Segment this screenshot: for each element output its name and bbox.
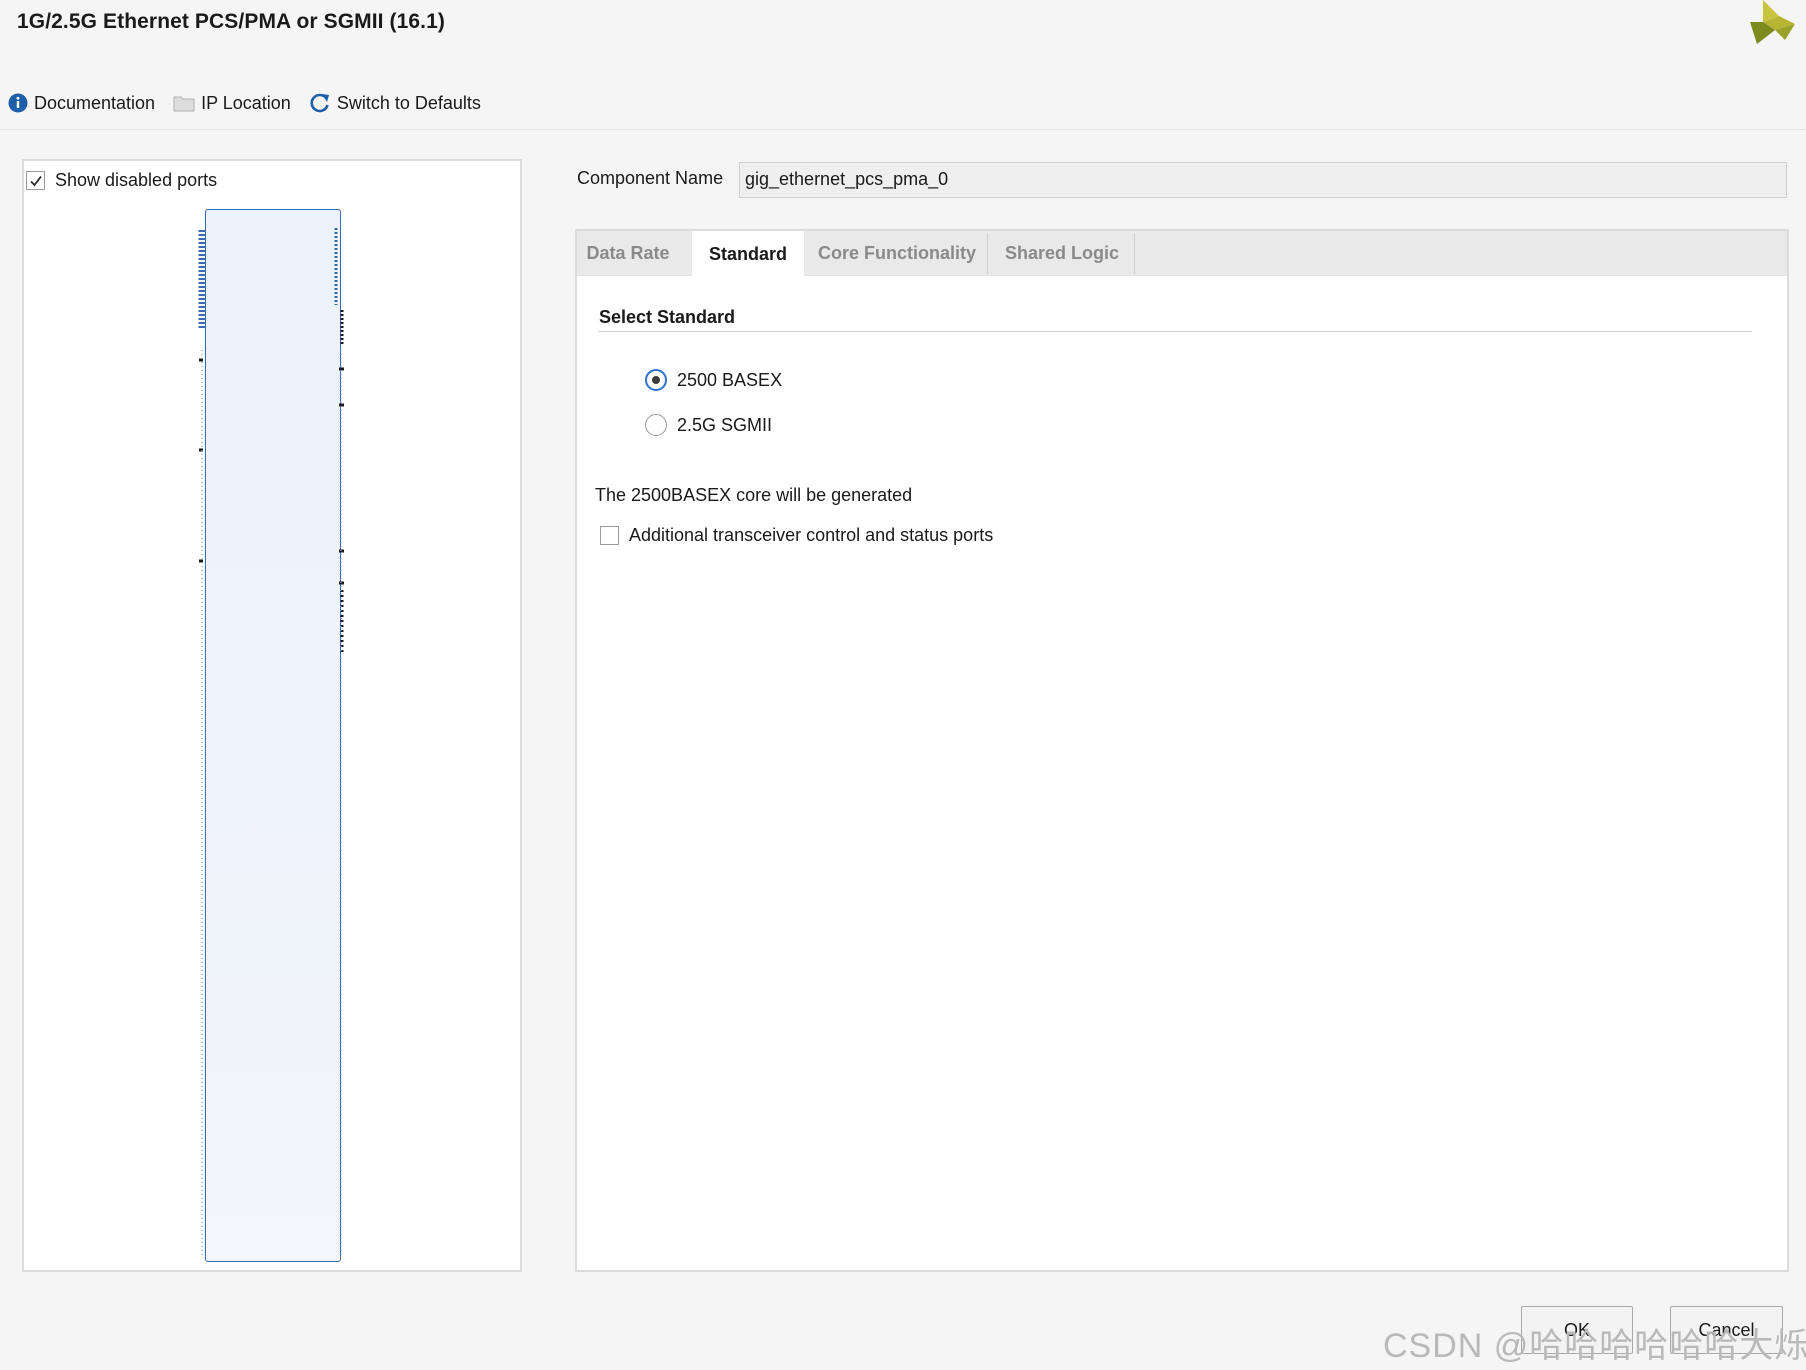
- show-disabled-ports-option[interactable]: Show disabled ports: [26, 170, 217, 191]
- radio-option-2500-basex[interactable]: 2500 BASEX: [645, 369, 782, 391]
- radio-button-2-5g-sgmii[interactable]: [645, 414, 667, 436]
- radio-label-2-5g-sgmii: 2.5G SGMII: [677, 414, 773, 435]
- switch-to-defaults-label: Switch to Defaults: [336, 92, 481, 113]
- component-name-field[interactable]: gig_ethernet_pcs_pma_0: [739, 162, 1787, 198]
- xilinx-logo-icon: [1745, 0, 1797, 48]
- tab-divider: [987, 233, 988, 274]
- show-disabled-ports-label: Show disabled ports: [55, 170, 218, 190]
- tab-standard[interactable]: Standard: [692, 231, 804, 277]
- ok-button[interactable]: OK: [1521, 1306, 1633, 1354]
- radio-label-2500-basex: 2500 BASEX: [677, 369, 783, 390]
- ip-location-label: IP Location: [201, 92, 291, 113]
- radio-option-2-5g-sgmii[interactable]: 2.5G SGMII: [645, 414, 772, 436]
- tab-shared-logic[interactable]: Shared Logic: [989, 231, 1135, 276]
- toolbar: Documentation IP Location Switch to Defa…: [8, 88, 499, 118]
- documentation-button[interactable]: Documentation: [8, 93, 155, 114]
- documentation-label: Documentation: [34, 92, 156, 113]
- section-divider: [598, 331, 1752, 332]
- toolbar-divider: [0, 129, 1806, 130]
- ip-location-button[interactable]: IP Location: [173, 93, 291, 114]
- additional-ports-checkbox[interactable]: [600, 526, 619, 545]
- tab-data-rate[interactable]: Data Rate: [579, 231, 677, 276]
- cancel-button[interactable]: Cancel: [1670, 1306, 1783, 1354]
- radio-button-2500-basex[interactable]: [645, 369, 667, 391]
- port-pins: [198, 228, 344, 1255]
- folder-icon: [173, 94, 195, 112]
- tab-core-functionality[interactable]: Core Functionality: [807, 231, 987, 276]
- dialog-title: 1G/2.5G Ethernet PCS/PMA or SGMII (16.1): [17, 10, 445, 33]
- additional-ports-label: Additional transceiver control and statu…: [629, 525, 994, 545]
- tab-divider: [1134, 233, 1135, 274]
- refresh-icon: [309, 92, 331, 114]
- info-icon: [8, 93, 28, 113]
- show-disabled-ports-checkbox[interactable]: [26, 171, 45, 190]
- additional-ports-option[interactable]: Additional transceiver control and statu…: [600, 525, 993, 546]
- component-name-label: Component Name: [577, 168, 724, 188]
- switch-to-defaults-button[interactable]: Switch to Defaults: [309, 92, 481, 114]
- generation-note: The 2500BASEX core will be generated: [595, 485, 913, 505]
- select-standard-heading: Select Standard: [599, 307, 736, 327]
